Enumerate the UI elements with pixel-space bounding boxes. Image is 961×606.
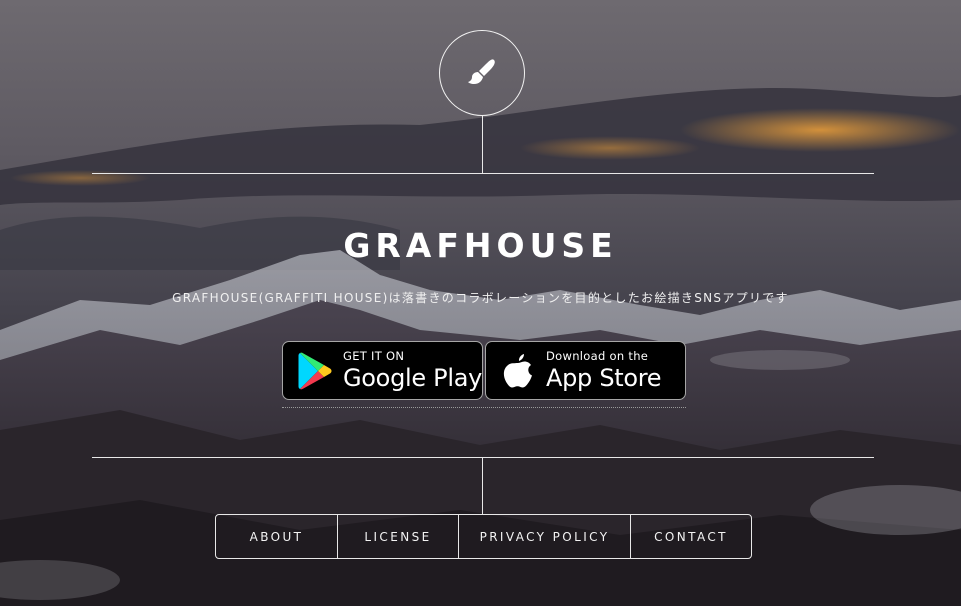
- store-underline: [282, 407, 686, 408]
- paintbrush-icon: [468, 59, 495, 84]
- connector-line-bottom: [482, 458, 483, 514]
- nav-contact[interactable]: CONTACT: [630, 515, 751, 558]
- divider-bottom: [92, 457, 874, 458]
- page-title: GRAFHOUSE: [343, 226, 618, 265]
- nav-contact-label: CONTACT: [654, 529, 728, 544]
- google-play-icon: [296, 351, 334, 391]
- google-play-label: Google Play: [343, 364, 483, 393]
- nav-privacy-policy-label: PRIVACY POLICY: [479, 529, 610, 544]
- nav-license[interactable]: LICENSE: [337, 515, 458, 558]
- logo-badge: [439, 30, 525, 116]
- google-play-button[interactable]: GET IT ON Google Play: [282, 341, 483, 400]
- connector-line-top: [482, 116, 483, 173]
- app-store-button[interactable]: Download on the App Store: [485, 341, 686, 400]
- google-play-caption: GET IT ON: [343, 348, 405, 363]
- apple-icon: [499, 351, 537, 391]
- hero-background: GRAFHOUSE GRAFHOUSE(GRAFFITI HOUSE)は落書きの…: [0, 0, 961, 606]
- nav-about-label: ABOUT: [249, 529, 304, 544]
- app-store-caption: Download on the: [546, 348, 649, 363]
- nav-license-label: LICENSE: [364, 529, 432, 544]
- nav-privacy-policy[interactable]: PRIVACY POLICY: [458, 515, 630, 558]
- store-buttons: GET IT ON Google Play Download on the Ap…: [282, 341, 686, 400]
- nav-about[interactable]: ABOUT: [216, 515, 337, 558]
- divider-top: [92, 173, 874, 174]
- app-store-label: App Store: [546, 364, 662, 393]
- footer-nav: ABOUT LICENSE PRIVACY POLICY CONTACT: [215, 514, 752, 559]
- app-description: GRAFHOUSE(GRAFFITI HOUSE)は落書きのコラボレーションを目…: [172, 291, 789, 305]
